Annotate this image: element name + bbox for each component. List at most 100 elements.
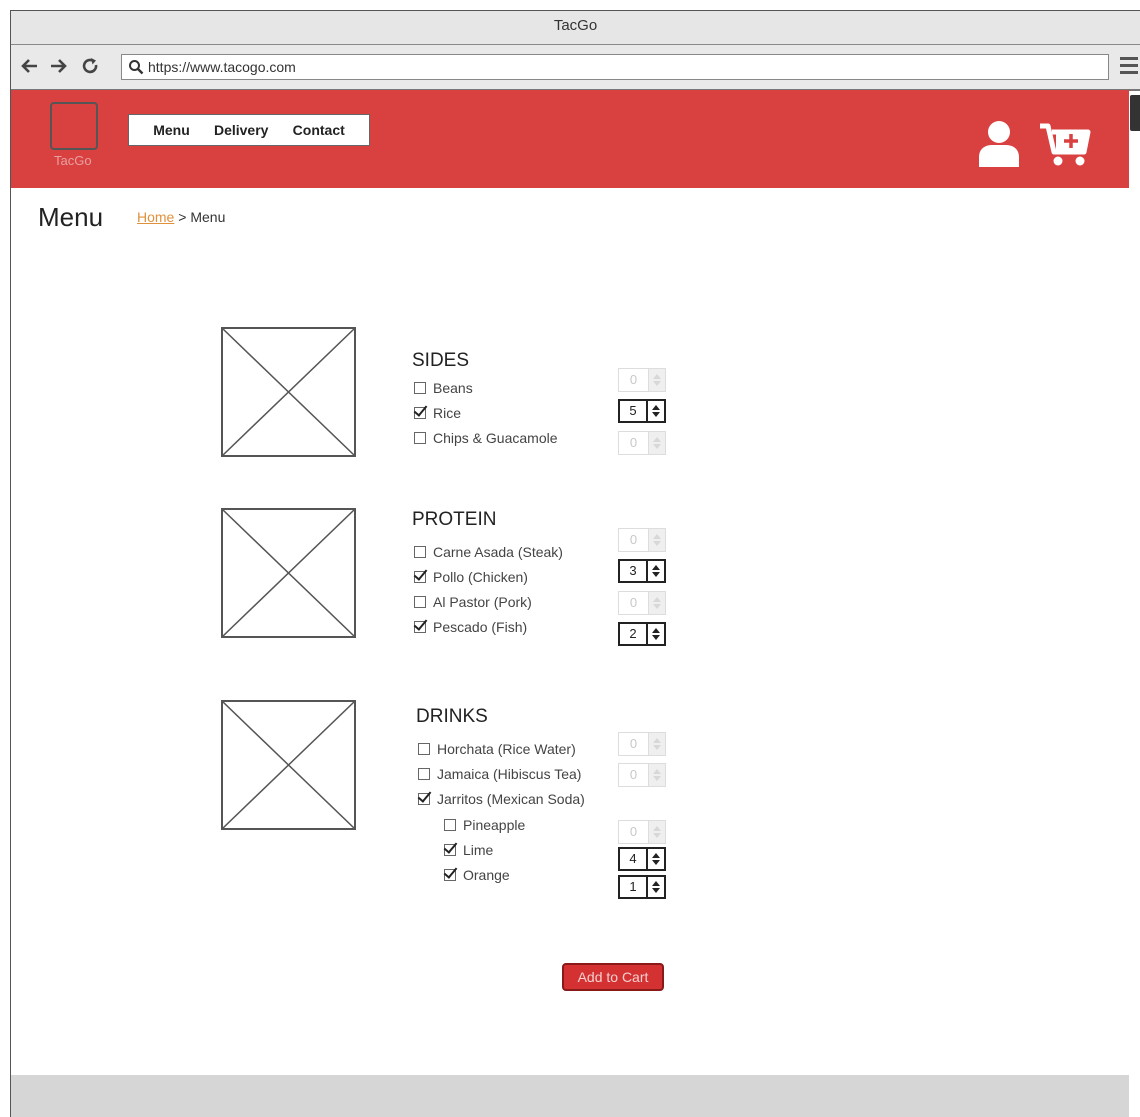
footer (11, 1075, 1129, 1117)
item-beans[interactable]: Beans (414, 380, 473, 396)
quantity-value: 2 (620, 624, 648, 644)
quantity-stepper-lime[interactable]: 4 (618, 847, 666, 871)
address-bar[interactable] (121, 54, 1109, 80)
quantity-value: 0 (619, 369, 649, 391)
logo[interactable] (50, 102, 98, 150)
item-pollo[interactable]: Pollo (Chicken) (414, 569, 528, 585)
quantity-stepper-horchata[interactable]: 0 (618, 732, 666, 756)
checkbox-chips-guacamole[interactable] (414, 432, 426, 444)
stepper-arrows-icon[interactable] (648, 401, 664, 421)
refresh-icon[interactable] (79, 54, 101, 78)
cart-icon[interactable] (1038, 122, 1092, 173)
item-jarritos[interactable]: Jarritos (Mexican Soda) (418, 791, 585, 807)
quantity-stepper-orange[interactable]: 1 (618, 875, 666, 899)
nav-delivery-link[interactable]: Delivery (214, 122, 268, 138)
item-pescado[interactable]: Pescado (Fish) (414, 619, 527, 635)
quantity-value: 0 (619, 733, 649, 755)
forward-arrow-icon[interactable] (47, 54, 69, 78)
quantity-stepper-pescado[interactable]: 2 (618, 622, 666, 646)
item-al-pastor[interactable]: Al Pastor (Pork) (414, 594, 532, 610)
checkbox-beans[interactable] (414, 382, 426, 394)
checkbox-jarritos[interactable] (418, 793, 430, 805)
quantity-value: 4 (620, 849, 648, 869)
item-orange[interactable]: Orange (444, 867, 510, 883)
checkbox-pescado[interactable] (414, 621, 426, 633)
item-rice[interactable]: Rice (414, 405, 461, 421)
browser-window: TacGo TacGo Menu Delivery Contact (10, 10, 1140, 1117)
item-label: Lime (463, 842, 494, 858)
checkbox-pollo[interactable] (414, 571, 426, 583)
item-label: Pineapple (463, 817, 526, 833)
window-title: TacGo (11, 11, 1140, 45)
stepper-arrows-icon[interactable] (649, 733, 665, 755)
item-label: Al Pastor (Pork) (433, 594, 532, 610)
search-icon (129, 60, 144, 75)
browser-toolbar (11, 45, 1140, 91)
quantity-value: 0 (619, 432, 649, 454)
stepper-arrows-icon[interactable] (649, 821, 665, 843)
checkbox-rice[interactable] (414, 407, 426, 419)
quantity-stepper-al-pastor[interactable]: 0 (618, 591, 666, 615)
checkbox-orange[interactable] (444, 869, 456, 881)
nav-menu-link[interactable]: Menu (153, 122, 190, 138)
stepper-arrows-icon[interactable] (649, 529, 665, 551)
quantity-value: 0 (619, 821, 649, 843)
quantity-stepper-pollo[interactable]: 3 (618, 559, 666, 583)
sides-image-placeholder (221, 327, 356, 457)
quantity-value: 0 (619, 764, 649, 786)
quantity-stepper-pineapple[interactable]: 0 (618, 820, 666, 844)
stepper-arrows-icon[interactable] (649, 592, 665, 614)
item-label: Chips & Guacamole (433, 430, 558, 446)
stepper-arrows-icon[interactable] (648, 877, 664, 897)
breadcrumb-home-link[interactable]: Home (137, 209, 174, 225)
stepper-arrows-icon[interactable] (648, 849, 664, 869)
item-label: Carne Asada (Steak) (433, 544, 563, 560)
checkbox-lime[interactable] (444, 844, 456, 856)
item-label: Orange (463, 867, 510, 883)
quantity-value: 3 (620, 561, 648, 581)
item-carne-asada[interactable]: Carne Asada (Steak) (414, 544, 563, 560)
checkbox-carne-asada[interactable] (414, 546, 426, 558)
checkbox-horchata[interactable] (418, 743, 430, 755)
item-lime[interactable]: Lime (444, 842, 493, 858)
section-title-protein: PROTEIN (412, 509, 497, 530)
add-to-cart-button[interactable]: Add to Cart (562, 963, 664, 991)
item-label: Rice (433, 405, 462, 421)
breadcrumb: Home > Menu (137, 209, 225, 225)
breadcrumb-current: Menu (190, 209, 226, 225)
stepper-arrows-icon[interactable] (649, 764, 665, 786)
section-title-sides: SIDES (412, 350, 470, 371)
item-label: Horchata (Rice Water) (437, 741, 576, 757)
section-title-drinks: DRINKS (416, 706, 488, 727)
scrollbar-thumb[interactable] (1130, 95, 1140, 131)
quantity-stepper-beans[interactable]: 0 (618, 368, 666, 392)
quantity-value: 1 (620, 877, 648, 897)
user-icon[interactable] (977, 120, 1021, 173)
url-input[interactable] (148, 59, 1048, 75)
site-header: TacGo Menu Delivery Contact (11, 90, 1129, 188)
checkbox-al-pastor[interactable] (414, 596, 426, 608)
quantity-value: 0 (619, 529, 649, 551)
checkbox-jamaica[interactable] (418, 768, 430, 780)
stepper-arrows-icon[interactable] (649, 432, 665, 454)
stepper-arrows-icon[interactable] (649, 369, 665, 391)
quantity-stepper-jamaica[interactable]: 0 (618, 763, 666, 787)
back-arrow-icon[interactable] (19, 54, 41, 78)
checkbox-pineapple[interactable] (444, 819, 456, 831)
nav-contact-link[interactable]: Contact (293, 122, 345, 138)
protein-image-placeholder (221, 508, 356, 638)
menu-icon[interactable] (1120, 57, 1138, 77)
stepper-arrows-icon[interactable] (648, 561, 664, 581)
item-pineapple[interactable]: Pineapple (444, 817, 525, 833)
quantity-value: 5 (620, 401, 648, 421)
item-label: Jarritos (Mexican Soda) (437, 791, 585, 807)
quantity-stepper-rice[interactable]: 5 (618, 399, 666, 423)
drinks-image-placeholder (221, 700, 356, 830)
stepper-arrows-icon[interactable] (648, 624, 664, 644)
item-jamaica[interactable]: Jamaica (Hibiscus Tea) (418, 766, 581, 782)
page-title: Menu (38, 202, 104, 232)
item-horchata[interactable]: Horchata (Rice Water) (418, 741, 576, 757)
quantity-stepper-chips-guacamole[interactable]: 0 (618, 431, 666, 455)
quantity-stepper-carne-asada[interactable]: 0 (618, 528, 666, 552)
item-chips-guacamole[interactable]: Chips & Guacamole (414, 430, 558, 446)
